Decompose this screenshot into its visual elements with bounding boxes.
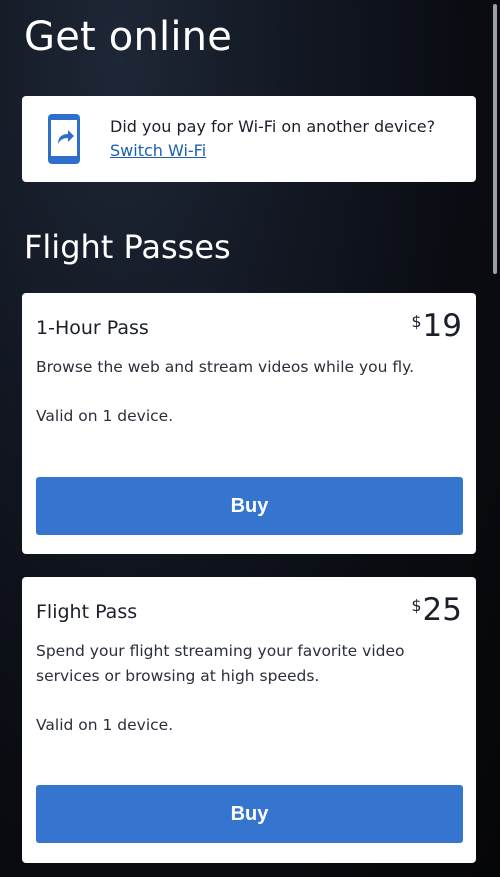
scrollbar[interactable] bbox=[493, 4, 497, 274]
switch-wifi-question: Did you pay for Wi-Fi on another device? bbox=[110, 117, 436, 136]
pass-card-1-hour: 1-Hour Pass $ 19 Browse the web and stre… bbox=[22, 293, 476, 554]
page-title: Get online bbox=[24, 14, 233, 60]
price-currency: $ bbox=[411, 312, 422, 331]
phone-switch-icon bbox=[48, 114, 80, 164]
pass-name: 1-Hour Pass bbox=[36, 317, 149, 339]
pass-card-flight: Flight Pass $ 25 Spend your flight strea… bbox=[22, 577, 476, 863]
pass-price: $ 19 bbox=[411, 309, 462, 343]
switch-wifi-card: Did you pay for Wi-Fi on another device?… bbox=[22, 96, 476, 182]
buy-button-1-hour[interactable]: Buy bbox=[36, 477, 463, 535]
price-currency: $ bbox=[411, 596, 422, 615]
pass-price: $ 25 bbox=[411, 593, 462, 627]
section-title-flight-passes: Flight Passes bbox=[24, 228, 231, 266]
price-amount: 19 bbox=[422, 308, 462, 344]
pass-description: Browse the web and stream videos while y… bbox=[36, 358, 415, 376]
pass-description: Spend your flight streaming your favorit… bbox=[36, 642, 405, 685]
price-amount: 25 bbox=[422, 592, 462, 628]
pass-validity: Valid on 1 device. bbox=[36, 407, 174, 425]
buy-button-flight[interactable]: Buy bbox=[36, 785, 463, 843]
pass-validity: Valid on 1 device. bbox=[36, 716, 174, 734]
pass-name: Flight Pass bbox=[36, 601, 138, 623]
switch-wifi-link[interactable]: Switch Wi-Fi bbox=[110, 141, 206, 160]
